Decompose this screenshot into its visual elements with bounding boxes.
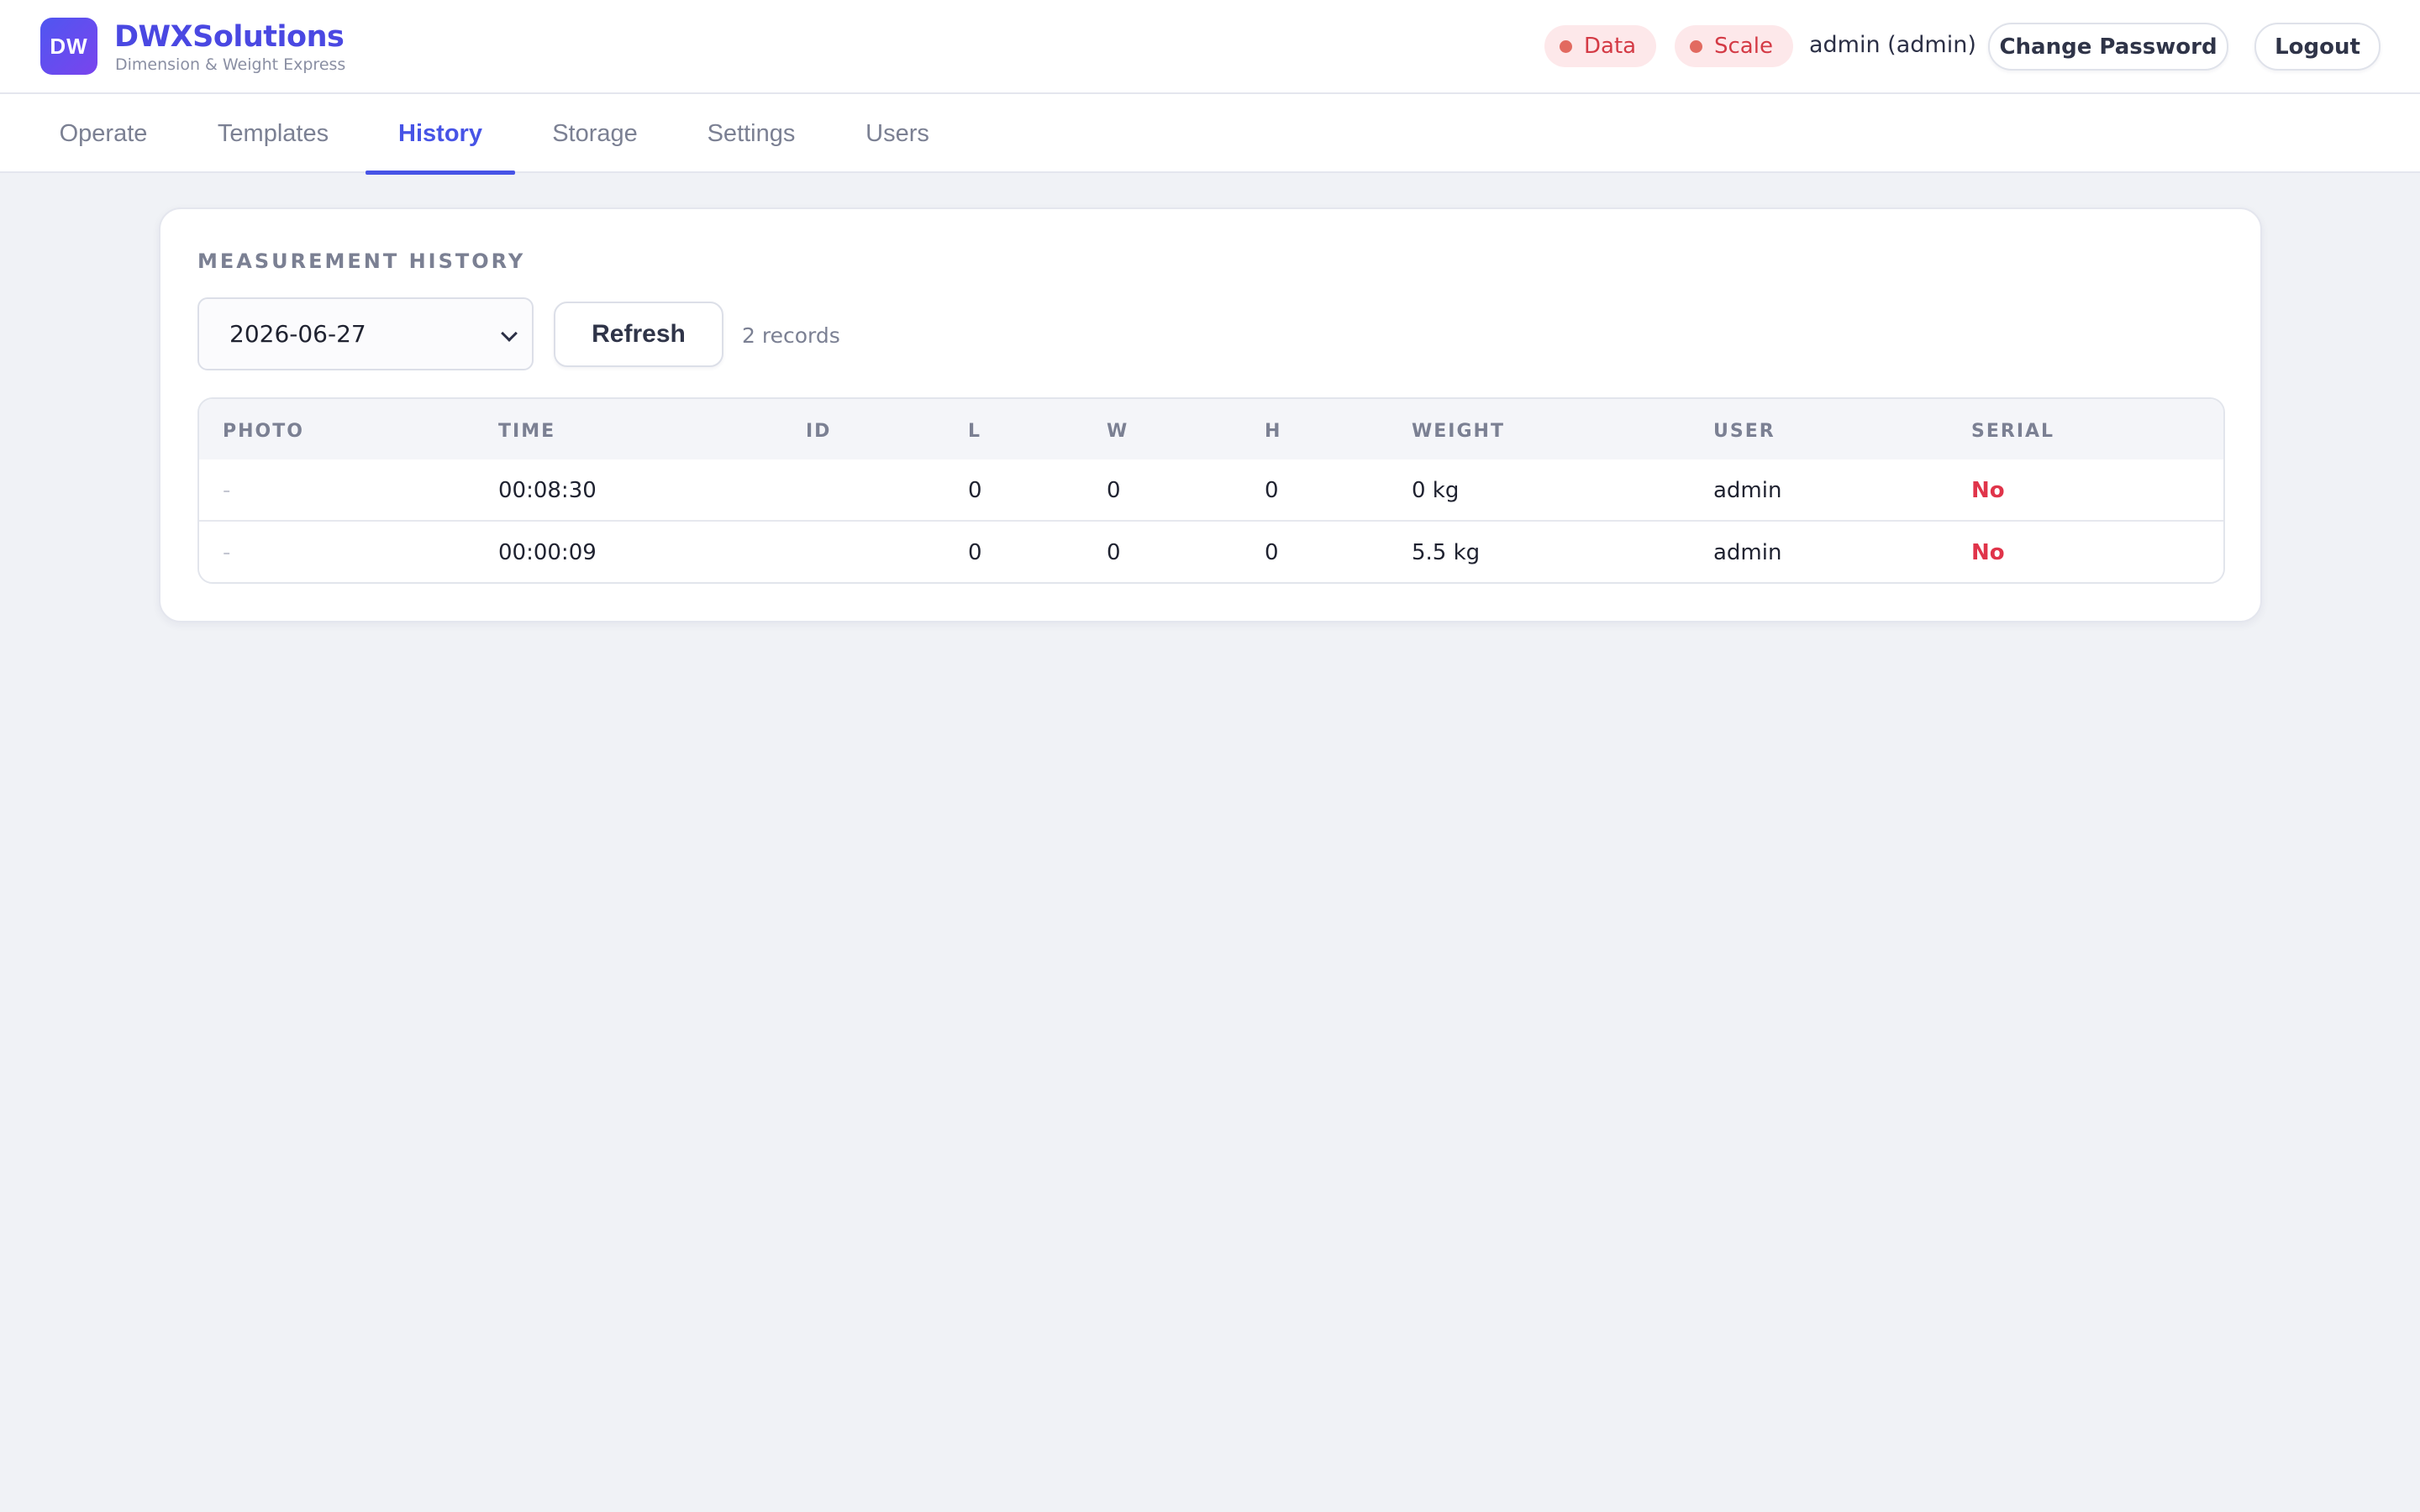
app-header: DW DWXSolutions Dimension & Weight Expre… xyxy=(0,0,2420,94)
tab-templates[interactable]: Templates xyxy=(198,94,348,173)
table-row[interactable]: - 00:08:30 0 0 0 0 kg admin No xyxy=(199,459,2223,522)
current-user-label: admin (admin) xyxy=(1809,32,1976,58)
scale-status-badge: Scale xyxy=(1675,25,1793,67)
column-header-l: L xyxy=(968,421,982,442)
tab-settings[interactable]: Settings xyxy=(686,94,817,173)
cell-length: 0 xyxy=(968,540,982,565)
table-row[interactable]: - 00:00:09 0 0 0 5.5 kg admin No xyxy=(199,522,2223,582)
brand-name: DWXSolutions xyxy=(114,20,345,54)
history-card: MEASUREMENT HISTORY 2026-06-27 Refresh 2… xyxy=(159,207,2262,622)
brand-subtitle: Dimension & Weight Express xyxy=(115,55,346,74)
tab-history[interactable]: History xyxy=(366,94,515,175)
column-header-weight: WEIGHT xyxy=(1412,421,1505,442)
record-count: 2 records xyxy=(742,323,840,348)
tab-storage[interactable]: Storage xyxy=(538,94,652,173)
cell-width: 0 xyxy=(1107,478,1121,503)
section-title: MEASUREMENT HISTORY xyxy=(197,249,526,273)
refresh-button[interactable]: Refresh xyxy=(554,302,723,367)
cell-user: admin xyxy=(1713,478,1782,503)
cell-serial: No xyxy=(1971,540,2005,565)
cell-serial: No xyxy=(1971,478,2005,503)
column-header-h: H xyxy=(1265,421,1282,442)
scale-status-label: Scale xyxy=(1714,34,1773,59)
cell-width: 0 xyxy=(1107,540,1121,565)
column-header-serial: SERIAL xyxy=(1971,421,2055,442)
history-table: PHOTO TIME ID L W H WEIGHT USER SERIAL -… xyxy=(197,397,2225,584)
cell-photo: - xyxy=(223,540,231,565)
cell-photo: - xyxy=(223,478,231,503)
column-header-photo: PHOTO xyxy=(223,421,304,442)
date-select-value: 2026-06-27 xyxy=(229,320,366,348)
status-dot-icon xyxy=(1560,39,1572,53)
data-status-label: Data xyxy=(1584,34,1637,59)
tab-users[interactable]: Users xyxy=(849,94,946,173)
cell-weight: 0 kg xyxy=(1412,478,1460,503)
cell-weight: 5.5 kg xyxy=(1412,540,1481,565)
logo-badge: DW xyxy=(40,18,97,75)
tab-operate[interactable]: Operate xyxy=(34,94,173,173)
column-header-user: USER xyxy=(1713,421,1776,442)
cell-time: 00:08:30 xyxy=(498,478,597,503)
logout-button[interactable]: Logout xyxy=(2254,23,2381,71)
table-header: PHOTO TIME ID L W H WEIGHT USER SERIAL xyxy=(199,399,2223,459)
cell-height: 0 xyxy=(1265,478,1279,503)
column-header-w: W xyxy=(1107,421,1129,442)
cell-height: 0 xyxy=(1265,540,1279,565)
column-header-time: TIME xyxy=(498,421,556,442)
cell-user: admin xyxy=(1713,540,1782,565)
cell-time: 00:00:09 xyxy=(498,540,597,565)
change-password-button[interactable]: Change Password xyxy=(1988,23,2228,71)
main-tabs: Operate Templates History Storage Settin… xyxy=(0,94,2420,175)
data-status-badge: Data xyxy=(1544,25,1657,67)
chevron-down-icon xyxy=(501,325,518,342)
status-dot-icon xyxy=(1690,39,1702,53)
column-header-id: ID xyxy=(806,421,832,442)
cell-length: 0 xyxy=(968,478,982,503)
date-select[interactable]: 2026-06-27 xyxy=(197,297,534,370)
